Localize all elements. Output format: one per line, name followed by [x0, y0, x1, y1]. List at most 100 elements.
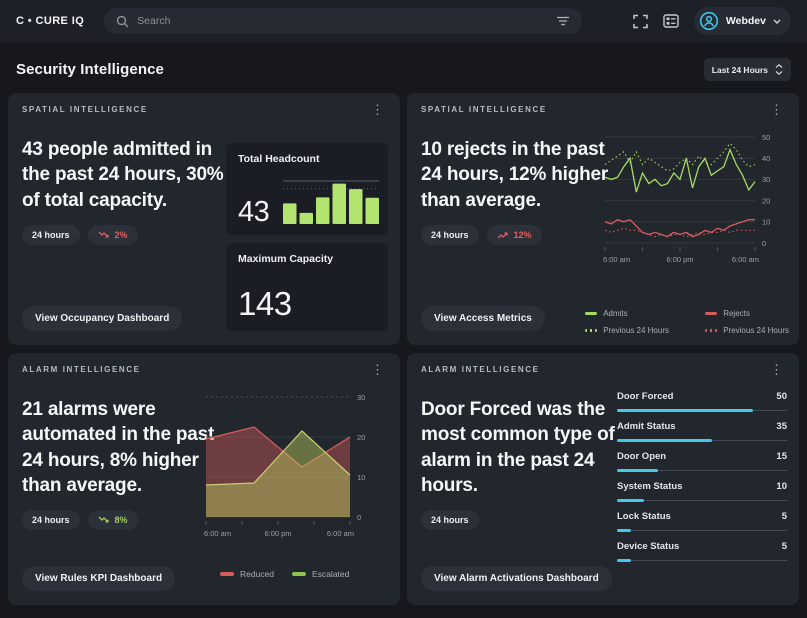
legend-item: Admits: [585, 309, 705, 318]
alarm-type-bar: [617, 439, 787, 442]
kebab-menu-icon[interactable]: ⋮: [768, 365, 785, 375]
admits-swatch: [585, 312, 597, 315]
legend-item: Rejects: [705, 309, 789, 318]
card-category: ALARM INTELLIGENCE: [421, 365, 540, 374]
time-badge: 24 hours: [22, 510, 80, 530]
alarm-type-row: Door Forced 50: [617, 391, 787, 412]
alarm-type-value: 35: [776, 421, 787, 432]
capacity-panel: Maximum Capacity 143: [226, 243, 388, 331]
legend-label: Previous 24 Hours: [603, 326, 669, 335]
svg-text:6:00 am: 6:00 am: [204, 529, 231, 538]
legend-label: Previous 24 Hours: [723, 326, 789, 335]
alarm-type-row: System Status 10: [617, 481, 787, 502]
alarm-type-row: Lock Status5: [617, 511, 787, 532]
search-bar[interactable]: [104, 8, 582, 34]
alarm-type-bar: [617, 409, 787, 412]
alarm-type-bar: [617, 559, 787, 562]
app-logo: C • CURE IQ: [16, 15, 84, 27]
topbar-actions: Webdev: [633, 7, 791, 35]
alarm-type-value: 15: [776, 451, 787, 462]
layout-icon[interactable]: [663, 14, 679, 28]
capacity-label: Maximum Capacity: [238, 253, 376, 265]
svg-text:6:00 pm: 6:00 pm: [666, 255, 693, 264]
card-category: ALARM INTELLIGENCE: [22, 365, 141, 374]
user-name: Webdev: [726, 15, 766, 27]
delta-badge: 2%: [88, 225, 138, 245]
headcount-bar: [283, 203, 297, 224]
card-headline: Door Forced was the most common type of …: [421, 397, 627, 498]
svg-text:6:00 am: 6:00 am: [603, 255, 630, 264]
card-category: SPATIAL INTELLIGENCE: [22, 105, 148, 114]
svg-text:40: 40: [762, 154, 770, 163]
reduced-swatch: [220, 572, 234, 576]
svg-text:10: 10: [762, 218, 770, 227]
headcount-bar: [300, 213, 314, 224]
search-input[interactable]: [137, 15, 548, 27]
legend-label: Rejects: [723, 309, 750, 318]
view-alarm-activations-dashboard-button[interactable]: View Alarm Activations Dashboard: [421, 566, 612, 591]
alarm-type-list: Door Forced50Admit Status35Door Open15Sy…: [617, 391, 787, 571]
alarm-type-label: Door Forced: [617, 391, 673, 402]
fullscreen-icon[interactable]: [633, 14, 648, 29]
card-occupancy: SPATIAL INTELLIGENCE ⋮ 43 people admitte…: [8, 93, 400, 345]
alarm-type-label: Door Open: [617, 451, 666, 462]
alarm-type-bar: [617, 529, 787, 532]
alarm-type-bar: [617, 499, 787, 502]
headcount-bar: [349, 189, 363, 224]
alarm-type-bar: [617, 469, 787, 472]
svg-text:20: 20: [762, 196, 770, 205]
capacity-value: 143: [238, 285, 292, 323]
headcount-bar: [333, 184, 347, 224]
svg-text:30: 30: [762, 175, 770, 184]
legend-item: Previous 24 Hours: [585, 326, 705, 335]
card-alarm-activations: ALARM INTELLIGENCE ⋮ Door Forced was the…: [407, 353, 799, 605]
headcount-bar: [366, 198, 380, 224]
svg-text:0: 0: [762, 239, 766, 248]
trend-down-icon: [98, 231, 110, 239]
alarm-type-value: 50: [776, 391, 787, 402]
card-rules-kpi: ALARM INTELLIGENCE ⋮ 21 alarms were auto…: [8, 353, 400, 605]
card-category: SPATIAL INTELLIGENCE: [421, 105, 547, 114]
kebab-menu-icon[interactable]: ⋮: [768, 105, 785, 115]
svg-text:20: 20: [357, 433, 365, 442]
filter-icon[interactable]: [556, 16, 570, 26]
time-range-label: Last 24 Hours: [712, 65, 768, 75]
legend-label: Reduced: [240, 569, 274, 579]
legend-item: Escalated: [292, 569, 349, 579]
alarm-type-value: 5: [782, 541, 787, 552]
user-menu-button[interactable]: Webdev: [694, 7, 791, 35]
search-icon: [116, 15, 129, 28]
alarm-type-value: 10: [776, 481, 787, 492]
headcount-bar-chart: [283, 178, 379, 226]
previous-24-hours-line: [605, 228, 755, 236]
kebab-menu-icon[interactable]: ⋮: [369, 105, 386, 115]
avatar: [699, 11, 719, 31]
time-badge: 24 hours: [421, 510, 479, 530]
legend-label: Escalated: [312, 569, 349, 579]
admits-line: [605, 150, 755, 192]
headcount-bar: [316, 197, 330, 224]
chevron-down-icon: [773, 19, 781, 24]
view-occupancy-dashboard-button[interactable]: View Occupancy Dashboard: [22, 306, 182, 331]
escalated-swatch: [292, 572, 306, 576]
svg-text:50: 50: [762, 133, 770, 142]
time-range-selector[interactable]: Last 24 Hours: [704, 58, 791, 81]
card-headline: 10 rejects in the past 24 hours, 12% hig…: [421, 137, 617, 213]
trend-up-icon: [497, 231, 509, 239]
delta-badge: 8%: [88, 510, 138, 530]
delta-value: 12%: [514, 230, 532, 240]
headcount-label: Total Headcount: [238, 153, 376, 165]
trend-down-icon: [98, 516, 110, 524]
alarm-type-row: Device Status5: [617, 541, 787, 562]
svg-text:10: 10: [357, 473, 365, 482]
svg-text:6:00 am: 6:00 am: [732, 255, 759, 264]
legend-item: Reduced: [220, 569, 274, 579]
topbar: C • CURE IQ: [0, 0, 807, 42]
delta-value: 2%: [115, 230, 128, 240]
kebab-menu-icon[interactable]: ⋮: [369, 365, 386, 375]
svg-text:0: 0: [357, 513, 361, 522]
view-access-metrics-button[interactable]: View Access Metrics: [421, 306, 545, 331]
legend-item: Previous 24 Hours: [705, 326, 789, 335]
alarm-type-label: System Status: [617, 481, 682, 492]
view-rules-kpi-dashboard-button[interactable]: View Rules KPI Dashboard: [22, 566, 175, 591]
